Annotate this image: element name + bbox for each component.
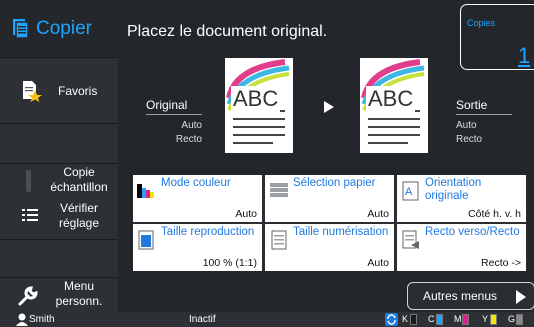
ink-m-level xyxy=(462,314,469,325)
sidebar-empty-slot xyxy=(0,124,118,164)
color-mode-icon xyxy=(137,180,157,202)
app-title: Copier xyxy=(0,0,118,58)
original-sides: Recto xyxy=(175,134,202,145)
reproduction-size-button[interactable]: Taille reproduction 100 % (1:1) xyxy=(133,224,262,271)
sidebar-empty-slot xyxy=(0,240,118,278)
ink-k-level xyxy=(410,314,417,325)
ink-g-level xyxy=(516,314,523,325)
app-title-label: Copier xyxy=(36,17,92,39)
duplex-value: Recto -> xyxy=(481,257,521,269)
ink-m-label: M xyxy=(454,314,462,324)
scan-size-button[interactable]: Taille numérisation Auto xyxy=(265,224,394,271)
copies-value: 1 xyxy=(518,43,531,68)
ink-c-level xyxy=(436,314,443,325)
original-info: Original Auto Recto xyxy=(146,98,202,147)
ink-k-label: K xyxy=(402,314,409,324)
svg-text:A: A xyxy=(405,186,413,198)
ink-k: K xyxy=(402,314,417,325)
output-sides: Recto xyxy=(456,134,483,145)
user-icon xyxy=(16,313,28,326)
output-label: Sortie xyxy=(456,98,512,115)
favorites-label: Favoris xyxy=(58,83,98,98)
reproduction-size-label: Taille reproduction xyxy=(161,226,255,238)
user-name: Smith xyxy=(29,314,55,325)
original-document-thumbnail: ABC xyxy=(225,58,293,153)
ink-c-label: C xyxy=(428,314,435,324)
custom-menu-label-line2: personn. xyxy=(55,294,103,308)
reproduction-size-icon xyxy=(137,229,157,251)
duplex-button[interactable]: Recto verso/Recto Recto -> xyxy=(397,224,526,271)
orientation-button[interactable]: A Orientation originale Côté h. v. h xyxy=(397,175,526,222)
color-mode-label: Mode couleur xyxy=(161,177,231,189)
ink-y-level xyxy=(490,314,497,325)
ink-y-label: Y xyxy=(482,314,489,324)
orientation-icon: A xyxy=(401,180,421,202)
sidebar: Copier Favoris Copie échantillon Vérifie… xyxy=(0,0,118,312)
copier-app-icon xyxy=(12,18,30,40)
sample-copy-label-line1: Copie xyxy=(63,165,95,179)
favorites-icon xyxy=(22,80,42,107)
favorites-button[interactable]: Favoris xyxy=(0,58,118,124)
duplex-icon xyxy=(401,229,421,251)
sample-copy-label-line2: échantillon xyxy=(50,180,108,194)
sample-copy-icon xyxy=(26,170,31,192)
check-settings-label-line1: Vérifier xyxy=(59,201,98,215)
original-thumb-text: ABC xyxy=(231,86,281,112)
machine-status: Inactif xyxy=(189,314,216,325)
paper-selection-value: Auto xyxy=(367,208,389,220)
custom-menu-label-line1: Menu xyxy=(63,279,95,293)
copies-label: Copies xyxy=(467,18,496,28)
color-mode-value: Auto xyxy=(235,208,257,220)
list-icon xyxy=(22,208,38,227)
reproduction-size-value: 100 % (1:1) xyxy=(202,257,257,269)
function-grid: Mode couleur Auto Sélection papier Auto … xyxy=(133,175,527,271)
more-menus-button[interactable]: Autres menus xyxy=(407,282,534,310)
wrench-icon xyxy=(18,286,38,311)
instruction-text: Placez le document original. xyxy=(127,23,328,40)
orientation-value: Côté h. v. h xyxy=(468,208,521,220)
paper-selection-button[interactable]: Sélection papier Auto xyxy=(265,175,394,222)
check-settings-button[interactable]: Vérifier réglage xyxy=(0,198,118,240)
copies-counter[interactable]: Copies 1 xyxy=(460,4,534,70)
output-size: Auto xyxy=(456,120,477,131)
output-document-thumbnail: ABC xyxy=(360,58,428,153)
status-bar: Smith Inactif K C M Y G xyxy=(0,312,534,327)
scan-size-label: Taille numérisation xyxy=(293,226,389,238)
arrow-right-icon xyxy=(516,290,526,304)
scan-size-icon xyxy=(269,229,289,251)
more-menus-label: Autres menus xyxy=(423,289,498,303)
ink-c: C xyxy=(428,314,443,325)
orientation-label: Orientation originale xyxy=(425,177,482,202)
paper-selection-label: Sélection papier xyxy=(293,177,376,189)
sync-icon xyxy=(385,313,398,326)
custom-menu-button[interactable]: Menu personn. xyxy=(0,278,118,312)
original-size: Auto xyxy=(181,120,202,131)
duplex-label: Recto verso/Recto xyxy=(425,226,520,238)
output-thumb-text: ABC xyxy=(366,86,416,112)
sample-copy-button[interactable]: Copie échantillon xyxy=(0,164,118,198)
color-mode-button[interactable]: Mode couleur Auto xyxy=(133,175,262,222)
output-info: Sortie Auto Recto xyxy=(456,98,512,147)
ink-y: Y xyxy=(482,314,497,325)
copier-screen: Copier Favoris Copie échantillon Vérifie… xyxy=(0,0,534,327)
ink-g: G xyxy=(508,314,523,325)
ink-g-label: G xyxy=(508,314,516,324)
original-label: Original xyxy=(146,98,202,115)
play-arrow-icon xyxy=(324,101,334,113)
scan-size-value: Auto xyxy=(367,257,389,269)
ink-m: M xyxy=(454,314,469,325)
paper-tray-icon xyxy=(269,180,289,202)
check-settings-label-line2: réglage xyxy=(58,216,100,230)
